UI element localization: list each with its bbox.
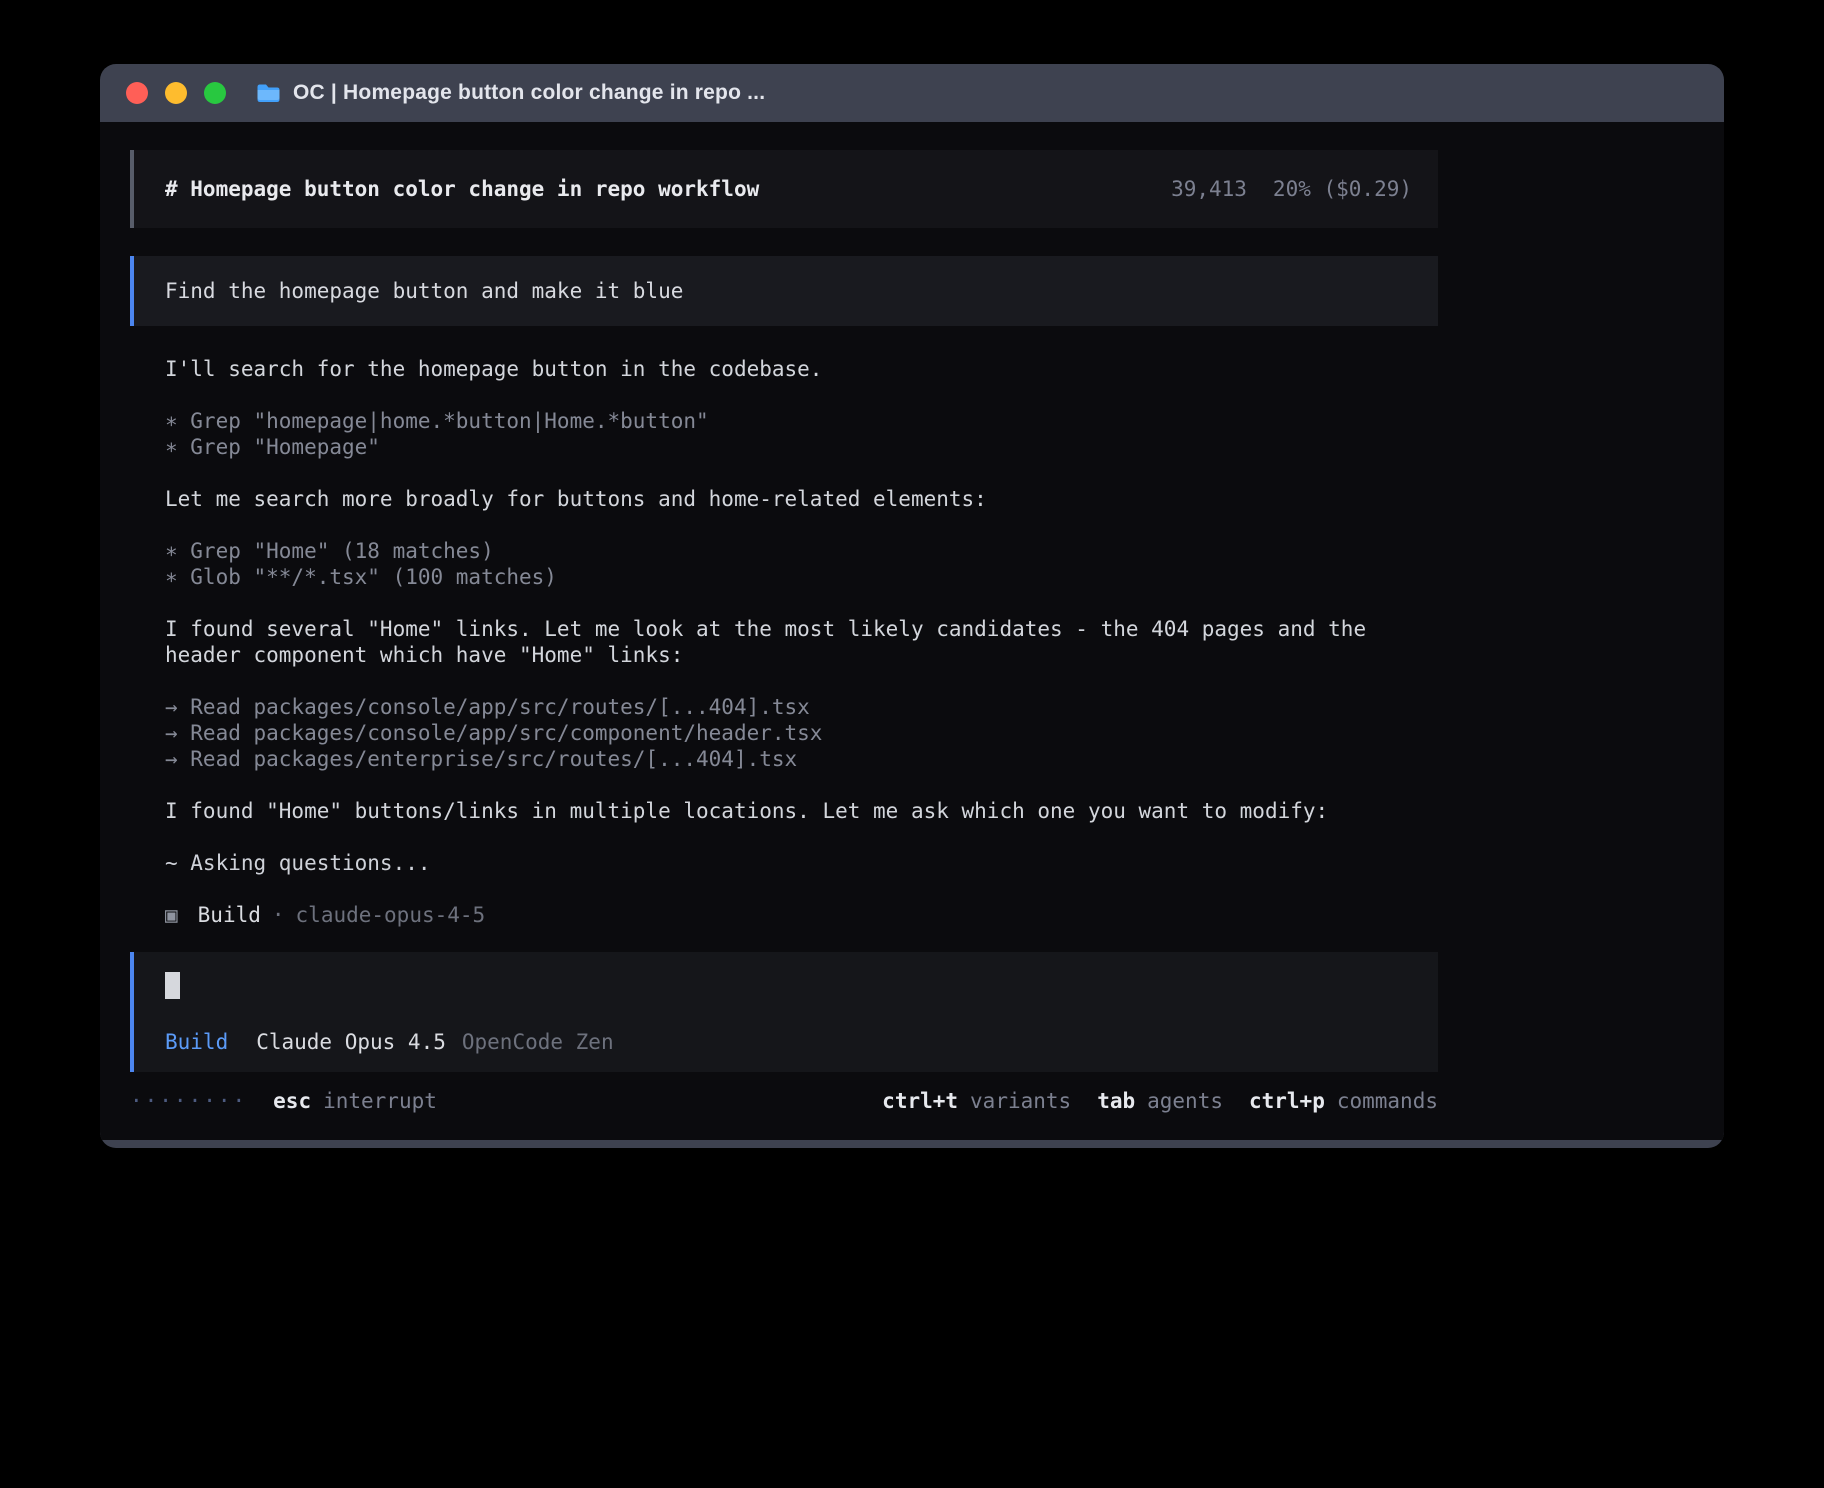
context-usage: 20% ($0.29) [1273, 176, 1412, 202]
session-title: # Homepage button color change in repo w… [165, 176, 759, 202]
shortcut-variants: ctrl+t variants [882, 1088, 1071, 1114]
conversation: I'll search for the homepage button in t… [130, 356, 1438, 928]
status-bar: ········ esc interrupt ctrl+t variants t… [130, 1088, 1438, 1114]
tool-call: → Read packages/console/app/src/componen… [165, 720, 1438, 746]
user-message: Find the homepage button and make it blu… [130, 256, 1438, 326]
esc-label: interrupt [323, 1088, 437, 1114]
shortcut-key: tab [1097, 1088, 1135, 1114]
tool-call: ∗ Grep "Homepage" [165, 434, 1438, 460]
assistant-text: I found "Home" buttons/links in multiple… [165, 798, 1438, 824]
esc-key: esc [273, 1088, 311, 1114]
esc-hint: esc interrupt [273, 1088, 437, 1114]
tool-call: ∗ Grep "homepage|home.*button|Home.*butt… [165, 408, 1438, 434]
tool-call: ∗ Grep "Home" (18 matches) [165, 538, 1438, 564]
assistant-text: Let me search more broadly for buttons a… [165, 486, 1438, 512]
model-name: Claude Opus 4.5 [256, 1029, 446, 1055]
tool-call: → Read packages/console/app/src/routes/[… [165, 694, 1438, 720]
window-title: OC | Homepage button color change in rep… [293, 81, 765, 105]
agent-separator: · [272, 902, 285, 928]
close-button[interactable] [126, 82, 148, 104]
tool-call: → Read packages/enterprise/src/routes/[.… [165, 746, 1438, 772]
session-stats: 39,413 20% ($0.29) [1171, 176, 1412, 202]
prompt-input[interactable]: Build Claude Opus 4.5 OpenCode Zen [130, 952, 1438, 1072]
tool-call-group: → Read packages/console/app/src/routes/[… [165, 694, 1438, 772]
shortcut-key: ctrl+t [882, 1088, 958, 1114]
agent-status: ▣ Build · claude-opus-4-5 [165, 902, 1438, 928]
user-message-text: Find the homepage button and make it blu… [165, 278, 683, 304]
terminal-window: OC | Homepage button color change in rep… [100, 64, 1724, 1148]
assistant-text: I found several "Home" links. Let me loo… [165, 616, 1438, 668]
tool-call-group: ∗ Grep "homepage|home.*button|Home.*butt… [165, 408, 1438, 460]
session-header: # Homepage button color change in repo w… [130, 150, 1438, 228]
agent-model: claude-opus-4-5 [296, 902, 486, 928]
shortcut-label: agents [1147, 1088, 1223, 1114]
text-cursor [165, 972, 180, 999]
traffic-lights [126, 82, 226, 104]
mode-badge: Build [165, 1029, 228, 1055]
status-left: ········ esc interrupt [130, 1088, 437, 1114]
token-count: 39,413 [1171, 176, 1247, 202]
tool-call: ∗ Glob "**/*.tsx" (100 matches) [165, 564, 1438, 590]
assistant-text: I'll search for the homepage button in t… [165, 356, 1438, 382]
maximize-button[interactable] [204, 82, 226, 104]
minimize-button[interactable] [165, 82, 187, 104]
shortcut-label: variants [970, 1088, 1071, 1114]
shortcut-agents: tab agents [1097, 1088, 1223, 1114]
terminal-content: # Homepage button color change in repo w… [100, 122, 1438, 1114]
input-mode-line: Build Claude Opus 4.5 OpenCode Zen [165, 1029, 1438, 1055]
shortcut-commands: ctrl+p commands [1249, 1088, 1438, 1114]
agent-icon: ▣ [165, 902, 178, 928]
titlebar: OC | Homepage button color change in rep… [100, 64, 1724, 122]
terminal-view: # Homepage button color change in repo w… [100, 122, 1724, 1140]
title-group: OC | Homepage button color change in rep… [256, 81, 765, 105]
provider-name: OpenCode Zen [462, 1029, 614, 1055]
shortcut-hints: ctrl+t variants tab agents ctrl+p comman… [882, 1088, 1438, 1114]
spinner-dots: ········ [130, 1088, 247, 1114]
agent-name: Build [198, 902, 261, 928]
activity-status: ~ Asking questions... [165, 850, 1438, 876]
folder-icon [256, 83, 281, 104]
shortcut-label: commands [1337, 1088, 1438, 1114]
tool-call-group: ∗ Grep "Home" (18 matches) ∗ Glob "**/*.… [165, 538, 1438, 590]
shortcut-key: ctrl+p [1249, 1088, 1325, 1114]
